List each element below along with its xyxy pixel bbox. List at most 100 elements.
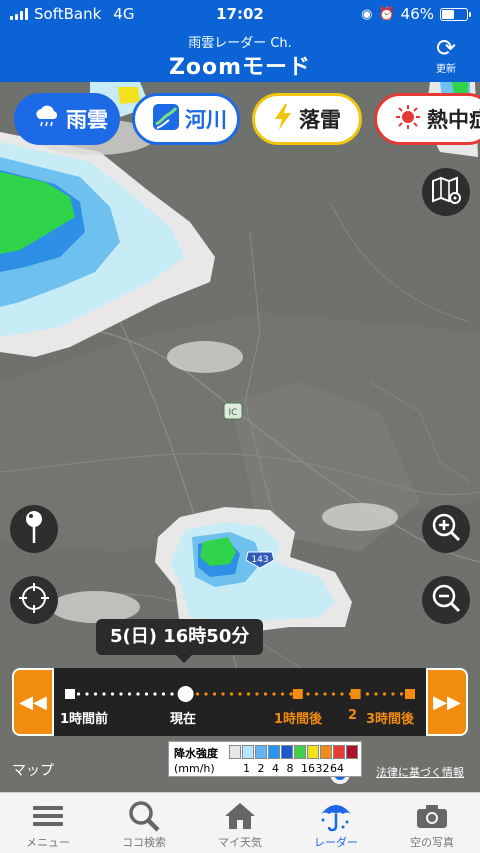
legend-swatch — [268, 745, 280, 759]
timeline-dot — [76, 692, 81, 696]
time-tooltip: 5(日) 16時50分 — [96, 619, 264, 663]
label-2h: 2 — [348, 708, 358, 723]
legend-tick: 32 — [315, 762, 330, 775]
timeline-dot — [187, 692, 191, 696]
legend-swatch — [281, 745, 293, 759]
timeline-dot — [365, 692, 370, 696]
map-route-label: 143 — [251, 555, 268, 565]
apple-maps-attribution: マップ — [12, 760, 54, 780]
legend-ticks: 1 2 4 8 16 32 64 — [229, 762, 361, 776]
timeline-dot — [391, 692, 395, 696]
sun-icon — [395, 104, 421, 135]
timeline-dot — [178, 692, 183, 696]
map-settings-button[interactable] — [422, 168, 470, 216]
legend-swatch — [255, 745, 267, 759]
zoom-out-icon — [431, 583, 461, 617]
refresh-button[interactable]: ⟳ 更新 — [426, 36, 466, 75]
current-location-button[interactable] — [10, 576, 58, 624]
timeline-dot — [85, 692, 89, 696]
refresh-icon: ⟳ — [435, 34, 457, 62]
label-1h-after: 1時間後 — [274, 712, 323, 727]
layer-chip-river[interactable]: 河川 — [132, 93, 240, 145]
timeline-dot — [357, 692, 361, 696]
timeline-dot — [246, 692, 251, 696]
pin-icon — [22, 510, 46, 548]
timeline-dot — [331, 692, 336, 696]
tab-label: マイ天気 — [218, 836, 262, 849]
legend-swatches — [229, 745, 359, 759]
app-header: SoftBank 4G 17:02 ◉ ⏰ 46% 雨雲レーダー Ch. Zoo… — [0, 0, 480, 82]
timeline-dot — [212, 692, 217, 696]
timeline-dot — [102, 692, 106, 696]
legend-swatch — [320, 745, 332, 759]
attribution-text: マップ — [12, 763, 54, 779]
timeline-dot — [314, 692, 319, 696]
legend-unit: (mm/h) — [174, 762, 215, 775]
map-settings-icon — [431, 176, 461, 208]
timeline-slider[interactable]: ◀◀ ▶▶ 1時間前 現在 1時間後 2 3時間後 — [12, 668, 468, 736]
bottom-tab-bar: メニュー ココ検索 マイ天気 レーダー 空の写真 — [0, 792, 480, 853]
label-3h-after: 3時間後 — [366, 712, 415, 727]
tab-menu[interactable]: メニュー — [0, 793, 96, 853]
tab-my-weather[interactable]: マイ天気 — [192, 793, 288, 853]
legend-tick: 8 — [286, 762, 294, 775]
crosshair-icon — [18, 582, 50, 618]
umbrella-icon — [288, 798, 384, 834]
camera-icon — [384, 798, 480, 834]
legend-swatch — [294, 745, 306, 759]
layer-chip-label: 雨雲 — [66, 108, 108, 132]
layer-chip-heatstroke[interactable]: 熱中症 — [374, 93, 480, 145]
timeline-dot — [170, 692, 174, 696]
timeline-hour-marker — [350, 689, 361, 699]
tab-label: ココ検索 — [122, 836, 166, 849]
battery-icon — [440, 7, 471, 21]
timeline-dot — [382, 692, 387, 696]
tab-label: レーダー — [314, 836, 358, 849]
timeline-hour-marker — [405, 689, 415, 699]
legend-swatch — [242, 745, 254, 759]
fast-forward-icon: ▶▶ — [433, 691, 461, 713]
tab-sky-photo[interactable]: 空の写真 — [384, 793, 480, 853]
timeline-knob — [177, 686, 194, 702]
status-bar: SoftBank 4G 17:02 ◉ ⏰ 46% — [0, 0, 480, 28]
legend-tick: 2 — [257, 762, 265, 775]
status-right: ◉ ⏰ 46% — [361, 5, 471, 23]
legend-swatch — [333, 745, 345, 759]
timeline-dot — [110, 692, 115, 696]
timeline-dot — [161, 692, 166, 696]
tab-radar[interactable]: レーダー — [288, 793, 384, 853]
timeline-dot — [348, 692, 353, 696]
rewind-button[interactable]: ◀◀ — [12, 668, 54, 736]
fast-forward-button[interactable]: ▶▶ — [426, 668, 468, 736]
zoom-out-button[interactable] — [422, 576, 470, 624]
timeline-dot — [399, 692, 404, 696]
tab-search[interactable]: ココ検索 — [96, 793, 192, 853]
precipitation-legend: 降水強度 (mm/h) 1 2 4 8 16 32 64 — [168, 741, 362, 777]
timeline-dot — [221, 692, 225, 696]
timeline-dot — [144, 692, 149, 696]
timeline-dot — [306, 692, 310, 696]
layer-chip-rain[interactable]: 雨雲 — [14, 93, 120, 145]
legend-tick: 1 — [243, 762, 250, 775]
home-icon — [192, 798, 288, 834]
zoom-in-icon — [431, 512, 461, 546]
timeline-dot — [238, 692, 242, 696]
legal-info-link[interactable]: 法律に基づく情報 — [376, 764, 464, 780]
timeline-dot — [340, 692, 344, 696]
timeline-start-marker — [65, 689, 75, 699]
rewind-icon: ◀◀ — [19, 691, 47, 713]
layer-chip-label: 熱中症 — [427, 108, 480, 132]
timeline-dot — [229, 692, 234, 696]
pin-button[interactable] — [10, 505, 58, 553]
timeline-dot — [280, 692, 285, 696]
legend-title: 降水強度 — [174, 747, 218, 760]
tab-label: 空の写真 — [410, 836, 454, 849]
zoom-in-button[interactable] — [422, 505, 470, 553]
legend-swatch — [346, 745, 358, 759]
alarm-icon: ⏰ — [378, 6, 395, 22]
page-title: Zoomモード — [168, 55, 312, 80]
rain-cloud-icon — [34, 105, 60, 134]
timeline-dot — [68, 692, 72, 696]
layer-chip-lightning[interactable]: 落雷 — [252, 93, 362, 145]
timeline-dot — [297, 692, 302, 696]
